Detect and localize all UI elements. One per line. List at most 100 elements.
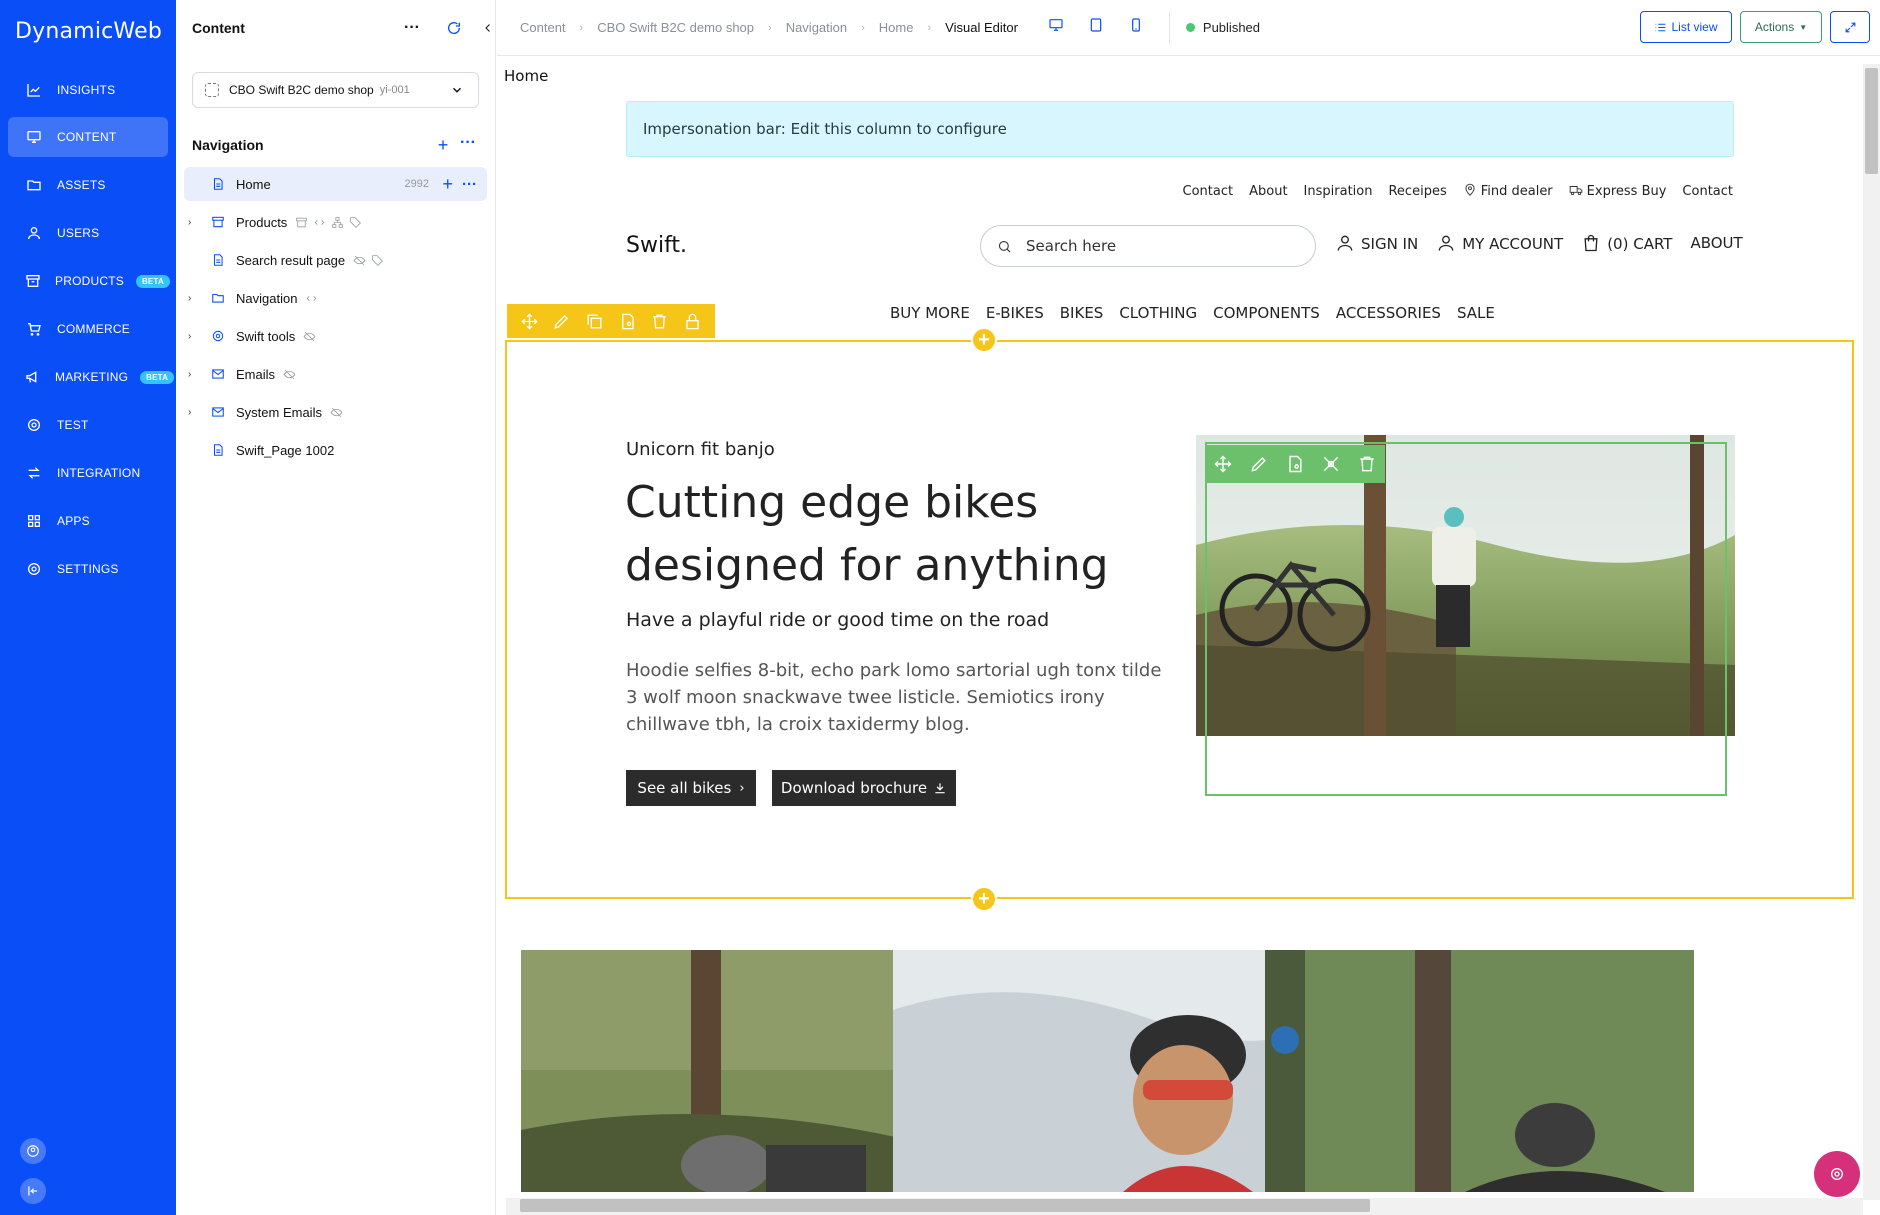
cart-link[interactable]: (0) CART [1581, 233, 1672, 253]
nav-settings[interactable]: SETTINGS [8, 549, 168, 589]
expand-caret[interactable]: › [188, 407, 200, 418]
search-input[interactable]: Search here [980, 225, 1316, 267]
util-link-express-buy[interactable]: Express Buy [1569, 183, 1666, 199]
add-row-below-button[interactable]: + [971, 886, 997, 912]
page-settings-icon[interactable] [618, 312, 637, 331]
refresh-icon [448, 22, 461, 34]
vertical-scrollbar[interactable] [1863, 64, 1880, 1200]
util-link-about[interactable]: About [1249, 184, 1287, 199]
fullscreen-button[interactable] [1830, 11, 1870, 43]
nav-integration[interactable]: INTEGRATION [8, 453, 168, 493]
selected-column-frame[interactable] [1205, 442, 1727, 796]
card-image-1[interactable] [521, 950, 950, 1192]
about-link[interactable]: ABOUT [1690, 234, 1742, 252]
more-options-button[interactable]: ··· [402, 18, 422, 38]
vertical-scroll-thumb[interactable] [1865, 68, 1878, 174]
gear-icon [25, 560, 43, 578]
list-view-button[interactable]: List view [1640, 11, 1732, 43]
gear-icon [25, 416, 43, 434]
impersonation-bar[interactable]: Impersonation bar: Edit this column to c… [626, 101, 1734, 157]
tablet-view-button[interactable] [1088, 17, 1104, 38]
collapse-panel-button[interactable] [481, 18, 495, 38]
menu-components[interactable]: COMPONENTS [1213, 304, 1320, 322]
shop-select[interactable]: CBO Swift B2C demo shop yi-001 [192, 72, 479, 108]
util-link-contact-2[interactable]: Contact [1682, 184, 1733, 199]
menu-clothing[interactable]: CLOTHING [1119, 304, 1197, 322]
see-all-bikes-button[interactable]: See all bikes › [626, 770, 756, 806]
util-link-find-dealer[interactable]: Find dealer [1463, 183, 1553, 199]
add-page-button[interactable]: + [434, 135, 452, 155]
refresh-button[interactable] [444, 18, 464, 38]
breadcrumb-content[interactable]: Content [520, 20, 566, 35]
nav-label: USERS [57, 226, 100, 240]
horizontal-scroll-thumb[interactable] [520, 1199, 1370, 1212]
nav-commerce[interactable]: COMMERCE [8, 309, 168, 349]
breadcrumb-home[interactable]: Home [879, 20, 914, 35]
download-brochure-button[interactable]: Download brochure [772, 770, 956, 806]
beta-badge: BETA [140, 370, 175, 384]
collapse-sidebar-button[interactable] [20, 1178, 46, 1204]
profile-button[interactable] [20, 1138, 46, 1164]
tree-item-emails[interactable]: › Emails [184, 357, 487, 391]
card-image-3[interactable] [1265, 950, 1694, 1192]
add-row-above-button[interactable]: + [971, 327, 997, 353]
rider-forest-image [521, 950, 950, 1192]
tree-item-products[interactable]: › Products [184, 205, 487, 239]
expand-caret[interactable]: › [188, 217, 200, 228]
nav-assets[interactable]: ASSETS [8, 165, 168, 205]
copy-icon[interactable] [585, 312, 604, 331]
move-icon[interactable] [520, 312, 539, 331]
item-more-button[interactable]: ··· [462, 176, 477, 193]
tree-item-navigation[interactable]: › Navigation [184, 281, 487, 315]
page-settings-icon[interactable] [1285, 454, 1305, 474]
tree-item-swift-page-1002[interactable]: Swift_Page 1002 [184, 433, 487, 467]
tag-icon [372, 254, 384, 266]
card-image-2[interactable] [893, 950, 1322, 1192]
pencil-icon[interactable] [552, 312, 571, 331]
nav-more-button[interactable]: ··· [458, 134, 478, 152]
nav-products[interactable]: PRODUCTS BETA [8, 261, 170, 301]
nav-test[interactable]: TEST [8, 405, 168, 445]
actions-button[interactable]: Actions ▼ [1740, 11, 1822, 43]
mail-icon [210, 366, 226, 382]
help-fab-button[interactable] [1814, 1151, 1860, 1197]
nav-insights[interactable]: INSIGHTS [8, 70, 168, 110]
sign-in-link[interactable]: SIGN IN [1335, 233, 1418, 253]
nav-label: COMMERCE [57, 322, 130, 336]
util-link-inspiration[interactable]: Inspiration [1304, 184, 1373, 199]
site-logo[interactable]: Swift. [626, 233, 687, 258]
tree-item-system-emails[interactable]: › System Emails [184, 395, 487, 429]
app-logo[interactable]: DynamicWeb [15, 19, 162, 44]
nav-content[interactable]: CONTENT [8, 117, 168, 157]
my-account-link[interactable]: MY ACCOUNT [1436, 233, 1563, 253]
expand-caret[interactable]: › [188, 293, 200, 304]
mobile-view-button[interactable] [1128, 17, 1144, 38]
util-link-receipes[interactable]: Receipes [1388, 184, 1446, 199]
breadcrumb-shop[interactable]: CBO Swift B2C demo shop [597, 20, 754, 35]
unlink-icon[interactable] [1321, 454, 1341, 474]
menu-buy-more[interactable]: BUY MORE [890, 304, 970, 322]
nav-users[interactable]: USERS [8, 213, 168, 253]
pencil-icon[interactable] [1249, 454, 1269, 474]
menu-bikes[interactable]: BIKES [1060, 304, 1104, 322]
tree-item-label: Swift tools [236, 328, 296, 344]
desktop-view-button[interactable] [1048, 17, 1064, 38]
util-link-contact[interactable]: Contact [1183, 184, 1234, 199]
nav-marketing[interactable]: MARKETING BETA [8, 357, 175, 397]
eye-off-icon [303, 331, 316, 341]
nav-apps[interactable]: APPS [8, 501, 168, 541]
lock-icon[interactable] [683, 312, 702, 331]
move-icon[interactable] [1213, 454, 1233, 474]
expand-caret[interactable]: › [188, 331, 200, 342]
tree-item-home[interactable]: Home 2992 + ··· [184, 167, 487, 201]
trash-icon[interactable] [650, 312, 669, 331]
add-subpage-button[interactable]: + [442, 174, 453, 195]
tree-item-swift-tools[interactable]: › Swift tools [184, 319, 487, 353]
menu-e-bikes[interactable]: E-BIKES [986, 304, 1044, 322]
breadcrumb-navigation[interactable]: Navigation [786, 20, 847, 35]
expand-caret[interactable]: › [188, 369, 200, 380]
menu-accessories[interactable]: ACCESSORIES [1336, 304, 1441, 322]
trash-icon[interactable] [1357, 454, 1377, 474]
tree-item-search-result[interactable]: Search result page [184, 243, 487, 277]
menu-sale[interactable]: SALE [1457, 304, 1495, 322]
